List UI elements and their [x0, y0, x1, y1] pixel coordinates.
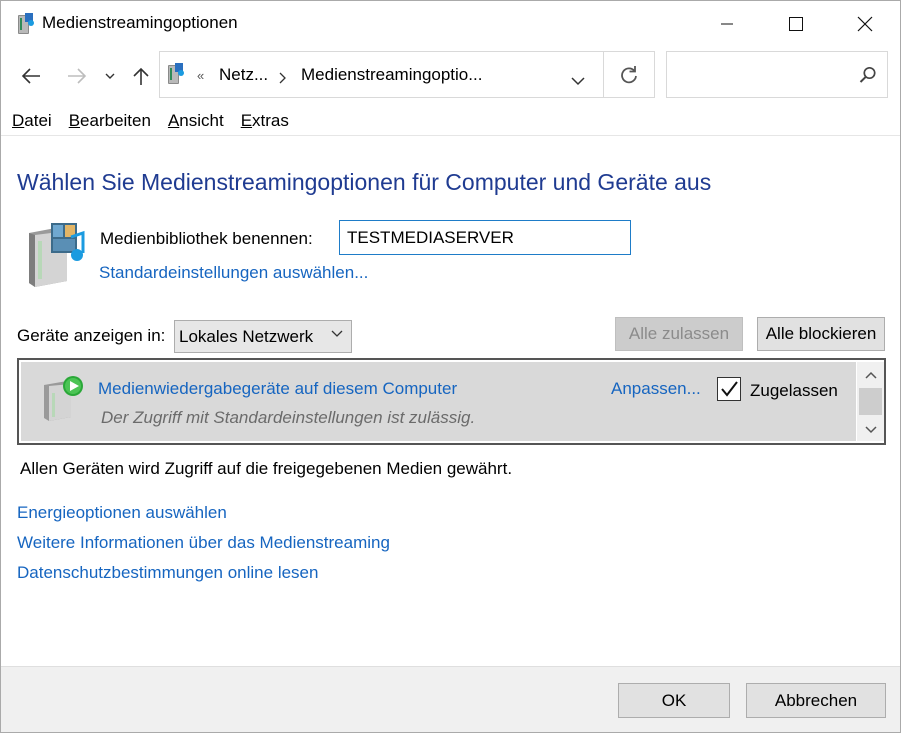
- chevron-down-icon: [105, 73, 115, 79]
- dialog-footer: OK Abbrechen: [1, 666, 900, 732]
- media-server-icon: [166, 62, 186, 91]
- maximize-icon: [789, 17, 803, 31]
- block-all-button[interactable]: Alle blockieren: [757, 317, 885, 351]
- media-library-icon: [23, 219, 89, 296]
- menu-divider: [1, 135, 900, 136]
- up-button[interactable]: [129, 61, 153, 91]
- title-bar: Medienstreamingoptionen: [1, 1, 900, 47]
- breadcrumb-network[interactable]: Netz...: [219, 65, 268, 85]
- menu-bar: Datei Bearbeiten Ansicht Extras: [12, 111, 306, 135]
- up-arrow-icon: [133, 67, 149, 85]
- library-name-label: Medienbibliothek benennen:: [100, 229, 313, 248]
- power-options-link[interactable]: Energieoptionen auswählen: [17, 503, 227, 523]
- search-icon[interactable]: [859, 66, 877, 89]
- device-list: Medienwiedergabegeräte auf diesem Comput…: [17, 358, 886, 445]
- device-description: Der Zugriff mit Standardeinstellungen is…: [101, 408, 476, 427]
- forward-button[interactable]: [63, 61, 91, 91]
- menu-datei[interactable]: Datei: [12, 111, 52, 135]
- scroll-up-button[interactable]: [861, 366, 880, 384]
- recent-locations-button[interactable]: [101, 61, 119, 91]
- overflow-breadcrumb[interactable]: «: [197, 68, 204, 83]
- forward-arrow-icon: [68, 68, 87, 84]
- media-player-device-icon: [41, 375, 87, 428]
- chevron-right-icon[interactable]: [279, 69, 287, 89]
- scroll-down-button[interactable]: [861, 421, 880, 439]
- divider: [603, 52, 604, 97]
- chevron-up-icon: [864, 371, 877, 379]
- maximize-button[interactable]: [773, 1, 819, 47]
- list-item[interactable]: Medienwiedergabegeräte auf diesem Comput…: [21, 362, 856, 441]
- media-streaming-window: Medienstreamingoptionen « Netz... Medien…: [0, 0, 901, 733]
- page-title: Wählen Sie Medienstreamingoptionen für C…: [17, 169, 712, 195]
- ok-button[interactable]: OK: [618, 683, 730, 718]
- more-info-link[interactable]: Weitere Informationen über das Medienstr…: [17, 533, 390, 553]
- refresh-icon: [621, 66, 637, 84]
- menu-ansicht[interactable]: Ansicht: [168, 111, 224, 135]
- back-arrow-icon: [21, 68, 40, 84]
- close-icon: [857, 16, 873, 32]
- minimize-icon: [721, 23, 733, 25]
- close-button[interactable]: [842, 1, 888, 47]
- access-info-text: Allen Geräten wird Zugriff auf die freig…: [20, 459, 513, 478]
- refresh-button[interactable]: [619, 65, 639, 90]
- privacy-link[interactable]: Datenschutzbestimmungen online lesen: [17, 563, 318, 583]
- minimize-button[interactable]: [704, 1, 750, 47]
- choose-default-settings-link[interactable]: Standardeinstellungen auswählen...: [99, 263, 368, 283]
- checkmark-icon: [721, 381, 738, 397]
- scroll-thumb[interactable]: [859, 388, 882, 415]
- customize-link[interactable]: Anpassen...: [611, 379, 701, 399]
- allowed-checkbox-label[interactable]: Zugelassen: [750, 381, 838, 401]
- vertical-scrollbar[interactable]: [857, 362, 884, 441]
- search-box[interactable]: [666, 51, 888, 98]
- back-button[interactable]: [17, 61, 45, 91]
- chevron-down-icon: [864, 426, 877, 434]
- library-name-field[interactable]: [339, 220, 631, 255]
- menu-extras[interactable]: Extras: [241, 111, 289, 135]
- network-select[interactable]: Lokales Netzwerk: [174, 320, 352, 353]
- breadcrumb-media-streaming[interactable]: Medienstreamingoptio...: [301, 65, 482, 85]
- address-dropdown-button[interactable]: [571, 71, 585, 91]
- allow-all-button[interactable]: Alle zulassen: [615, 317, 743, 351]
- network-select-value: Lokales Netzwerk: [179, 327, 314, 346]
- chevron-down-icon: [571, 77, 585, 86]
- cancel-button[interactable]: Abbrechen: [746, 683, 886, 718]
- address-bar[interactable]: « Netz... Medienstreamingoptio...: [159, 51, 655, 98]
- media-server-icon: [16, 12, 36, 41]
- device-title[interactable]: Medienwiedergabegeräte auf diesem Comput…: [98, 379, 457, 399]
- search-input[interactable]: [671, 60, 851, 88]
- show-devices-label: Geräte anzeigen in:: [17, 326, 166, 345]
- chevron-down-icon: [331, 330, 343, 337]
- allowed-checkbox[interactable]: [717, 377, 741, 401]
- window-title: Medienstreamingoptionen: [42, 13, 238, 32]
- menu-bearbeiten[interactable]: Bearbeiten: [69, 111, 151, 135]
